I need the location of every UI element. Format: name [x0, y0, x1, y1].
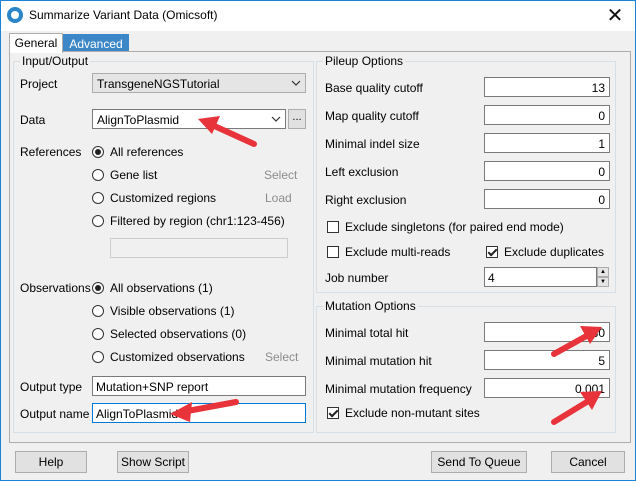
radio-customized-observations[interactable]: Customized observations — [92, 350, 252, 366]
right-exclusion-input[interactable]: 0 — [484, 189, 610, 209]
checkbox-label: Exclude non-mutant sites — [345, 406, 480, 420]
map-quality-value: 0 — [598, 109, 605, 123]
data-browse-button[interactable]: ... — [288, 109, 306, 129]
data-value: AlignToPlasmid — [97, 113, 180, 127]
exclude-singletons-checkbox[interactable]: Exclude singletons (for paired end mode) — [327, 220, 567, 236]
pileup-options-group: Pileup Options Base quality cutoff 13 Ma… — [316, 54, 616, 293]
checkbox-box — [327, 246, 339, 258]
base-quality-input[interactable]: 13 — [484, 77, 610, 97]
job-number-spinner[interactable]: ▲ ▼ — [597, 267, 609, 287]
job-number-value: 4 — [488, 271, 495, 285]
radio-label: Customized observations — [110, 350, 245, 364]
min-indel-input[interactable]: 1 — [484, 133, 610, 153]
right-exclusion-label: Right exclusion — [325, 193, 407, 207]
close-icon[interactable]: ✕ — [598, 3, 632, 29]
dialog-window: Summarize Variant Data (Omicsoft) ✕ Gene… — [0, 0, 636, 481]
tab-general[interactable]: General — [9, 33, 63, 53]
radio-dot — [92, 192, 104, 204]
left-exclusion-label: Left exclusion — [325, 165, 399, 179]
radio-dot — [92, 305, 104, 317]
references-label: References — [20, 145, 82, 159]
min-indel-label: Minimal indel size — [325, 137, 420, 151]
annotation-arrow-icon — [551, 391, 602, 425]
chevron-down-icon — [271, 116, 281, 122]
radio-dot — [92, 169, 104, 181]
map-quality-input[interactable]: 0 — [484, 105, 610, 125]
radio-label: All observations (1) — [110, 281, 213, 295]
min-mutation-hit-label: Minimal mutation hit — [325, 354, 432, 368]
pileup-options-title: Pileup Options — [323, 54, 406, 68]
checkbox-label: Exclude duplicates — [504, 245, 605, 259]
min-total-hit-label: Minimal total hit — [325, 326, 409, 340]
project-label: Project — [20, 77, 58, 91]
checkbox-box — [486, 246, 498, 258]
annotation-arrow-icon — [551, 326, 602, 357]
output-type-label: Output type — [20, 380, 83, 394]
job-number-label: Job number — [325, 271, 389, 285]
base-quality-label: Base quality cutoff — [325, 81, 423, 95]
radio-label: Customized regions — [110, 191, 217, 205]
radio-label: Selected observations (0) — [110, 327, 247, 341]
title-bar: Summarize Variant Data (Omicsoft) ✕ — [1, 1, 635, 31]
annotation-arrow-icon — [170, 399, 239, 422]
output-name-label: Output name — [20, 407, 90, 421]
checkbox-label: Exclude multi-reads — [345, 245, 451, 259]
spin-up-icon[interactable]: ▲ — [597, 267, 609, 277]
radio-filtered-by-region[interactable]: Filtered by region (chr1:123-456) — [92, 214, 302, 230]
radio-gene-list[interactable]: Gene list — [92, 168, 242, 184]
output-name-value: AlignToPlasmid — [96, 407, 179, 421]
help-button[interactable]: Help — [15, 451, 87, 473]
project-combo[interactable]: TransgeneNGSTutorial — [92, 73, 306, 93]
annotation-arrow-icon — [198, 116, 257, 147]
mutation-options-title: Mutation Options — [323, 299, 418, 313]
map-quality-label: Map quality cutoff — [325, 109, 419, 123]
exclude-duplicates-checkbox[interactable]: Exclude duplicates — [486, 245, 606, 261]
input-output-title: Input/Output — [20, 54, 91, 68]
input-output-group: Input/Output Project TransgeneNGSTutoria… — [13, 54, 314, 433]
radio-label: Visible observations (1) — [110, 304, 235, 318]
data-label: Data — [20, 113, 46, 127]
gene-list-select-link[interactable]: Select — [264, 168, 297, 182]
checkbox-label: Exclude singletons (for paired end mode) — [345, 220, 564, 234]
radio-dot — [92, 146, 104, 158]
radio-label: Gene list — [110, 168, 158, 182]
window-title: Summarize Variant Data (Omicsoft) — [29, 8, 218, 22]
checkbox-box — [327, 407, 339, 419]
omicsoft-app-icon — [7, 7, 23, 23]
left-exclusion-input[interactable]: 0 — [484, 161, 610, 181]
radio-dot — [92, 282, 104, 294]
region-filter-input[interactable] — [110, 238, 288, 258]
observations-label: Observations — [20, 281, 91, 295]
radio-dot — [92, 328, 104, 340]
general-tab-panel: Input/Output Project TransgeneNGSTutoria… — [9, 51, 631, 443]
left-exclusion-value: 0 — [598, 165, 605, 179]
checkbox-box — [327, 221, 339, 233]
radio-visible-observations[interactable]: Visible observations (1) — [92, 304, 252, 320]
min-mutation-freq-label: Minimal mutation frequency — [325, 382, 472, 396]
radio-customized-regions[interactable]: Customized regions — [92, 191, 242, 207]
exclude-multireads-checkbox[interactable]: Exclude multi-reads — [327, 245, 477, 261]
chevron-down-icon — [291, 80, 301, 86]
base-quality-value: 13 — [591, 81, 605, 95]
job-number-input[interactable]: 4 — [484, 267, 597, 287]
spin-down-icon[interactable]: ▼ — [597, 277, 609, 287]
show-script-button[interactable]: Show Script — [117, 451, 189, 473]
send-to-queue-button[interactable]: Send To Queue — [431, 451, 527, 473]
radio-selected-observations[interactable]: Selected observations (0) — [92, 327, 252, 343]
exclude-nonmutant-checkbox[interactable]: Exclude non-mutant sites — [327, 406, 507, 422]
radio-dot — [92, 351, 104, 363]
custom-regions-load-link[interactable]: Load — [265, 191, 292, 205]
radio-all-observations[interactable]: All observations (1) — [92, 281, 242, 297]
project-value: TransgeneNGSTutorial — [97, 77, 220, 91]
radio-label: All references — [110, 145, 184, 159]
right-exclusion-value: 0 — [598, 193, 605, 207]
cancel-button[interactable]: Cancel — [551, 451, 625, 473]
customized-observations-select-link[interactable]: Select — [265, 350, 298, 364]
radio-dot — [92, 215, 104, 227]
radio-label: Filtered by region (chr1:123-456) — [110, 214, 285, 228]
min-indel-value: 1 — [598, 137, 605, 151]
